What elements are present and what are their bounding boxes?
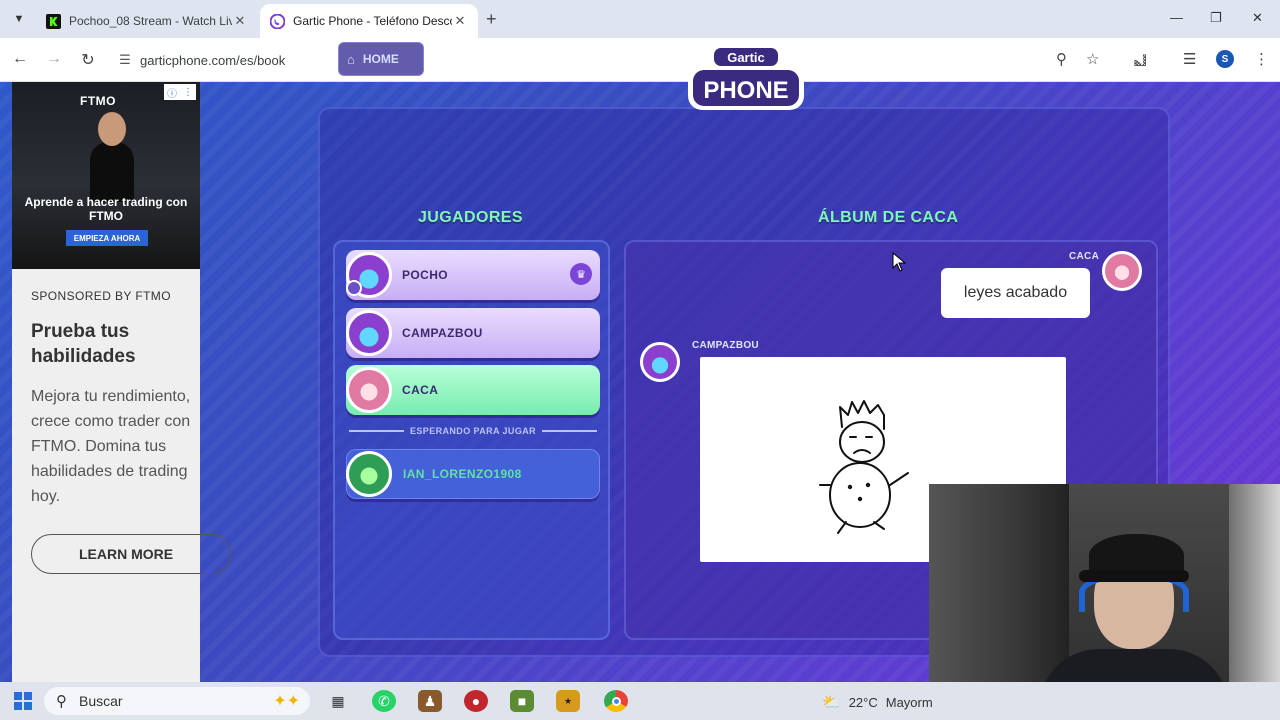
zoom-icon[interactable]: ⚲	[1056, 50, 1067, 68]
album-entry-author: CACA	[1069, 251, 1100, 262]
fullscreen-icon[interactable]	[1098, 46, 1120, 74]
menu-kebab-icon[interactable]: ⋮	[1254, 50, 1269, 68]
windows-taskbar: ⚲ Buscar ✦✦ ▦ ✆ ♟ ● ■ ★ ⛅ 22°C Mayorm	[0, 682, 1280, 720]
copilot-spark-icon: ✦✦	[273, 693, 300, 710]
players-title: JUGADORES	[418, 209, 523, 226]
task-view-icon[interactable]: ▦	[326, 690, 350, 712]
tab-kick-stream[interactable]: Pochoo_08 Stream - Watch Live ✕	[36, 4, 258, 38]
tab-title: Gartic Phone - Teléfono Descon	[293, 14, 452, 28]
player-avatar	[346, 367, 392, 413]
owner-user-icon	[346, 280, 362, 296]
logo-bottom-text: PHONE	[703, 77, 788, 104]
weather-widget[interactable]: ⛅ 22°C Mayorm	[822, 693, 933, 711]
tab-search-icon[interactable]: ▼	[8, 8, 30, 30]
windows-start-icon[interactable]	[14, 692, 32, 710]
album-title: ÁLBUM DE CACA	[818, 209, 959, 226]
home-button[interactable]: ⌂ HOME	[338, 42, 424, 76]
address-bar[interactable]: ☰ garticphone.com/es/book	[110, 44, 1110, 76]
player-name: CACA	[402, 383, 439, 397]
album-text-bubble: leyes acabado	[941, 268, 1090, 318]
player-name: CAMPAZBOU	[402, 326, 483, 340]
crown-icon: ♛	[570, 263, 592, 285]
tab-title: Pochoo_08 Stream - Watch Live	[69, 14, 232, 28]
game-app-icon[interactable]: ♟	[418, 690, 442, 712]
weather-text: Mayorm	[885, 694, 933, 710]
players-list-panel	[333, 240, 610, 640]
weather-temp: 22°C	[848, 694, 878, 710]
ad-learn-more-button[interactable]: LEARN MORE	[31, 534, 231, 574]
site-info-icon[interactable]: ☰	[110, 52, 140, 68]
restore-icon[interactable]: ❐	[1210, 10, 1222, 26]
volume-icon[interactable]	[1130, 46, 1158, 74]
minecraft-icon[interactable]: ■	[510, 690, 534, 712]
kick-icon	[46, 13, 61, 29]
media-control-icon[interactable]: ☰	[1183, 50, 1196, 68]
phone-icon	[270, 13, 285, 29]
player-avatar	[346, 310, 392, 356]
tab-close-icon[interactable]: ✕	[232, 13, 248, 29]
minimize-icon[interactable]: —	[1170, 10, 1183, 25]
ad-brand-logo: FTMO	[80, 94, 116, 108]
ad-person-image	[90, 112, 134, 202]
tab-gartic-phone[interactable]: Gartic Phone - Teléfono Descon ✕	[260, 4, 478, 38]
profile-avatar[interactable]: S	[1216, 50, 1234, 68]
ad-image[interactable]: FTMO Aprende a hacer trading con FTMO EM…	[12, 82, 200, 269]
chrome-icon[interactable]	[604, 690, 628, 712]
browser-toolbar: ← → ↻ ☰ garticphone.com/es/book ⚲ ☆ ▩ ☰ …	[0, 38, 1280, 82]
record-app-icon[interactable]: ●	[464, 690, 488, 712]
waiting-divider: ESPERANDO PARA JUGAR	[343, 426, 603, 436]
back-icon[interactable]: ←	[10, 50, 30, 68]
ad-body: Mejora tu rendimiento, crece como trader…	[31, 388, 191, 505]
player-name: IAN_LORENZO1908	[403, 467, 522, 481]
logo-top-text: Gartic	[727, 50, 765, 65]
ad-image-cta[interactable]: EMPIEZA AHORA	[66, 230, 148, 246]
reload-icon[interactable]: ↻	[78, 50, 98, 70]
search-placeholder: Buscar	[79, 693, 123, 709]
tab-close-icon[interactable]: ✕	[452, 13, 468, 29]
album-entry-avatar	[1102, 251, 1142, 291]
browser-tab-bar: ▼ Pochoo_08 Stream - Watch Live ✕ Gartic…	[0, 0, 1280, 38]
home-icon: ⌂	[347, 51, 355, 67]
arcade-app-icon[interactable]: ★	[556, 690, 580, 712]
url-text: garticphone.com/es/book	[140, 52, 286, 68]
forward-icon[interactable]: →	[44, 50, 64, 68]
ad-title: Prueba tus habilidades	[31, 321, 136, 367]
ad-sponsor-label: SPONSORED BY FTMO	[31, 289, 171, 303]
ad-image-headline: Aprende a hacer trading con FTMO	[24, 195, 188, 223]
whatsapp-icon[interactable]: ✆	[372, 690, 396, 712]
close-window-icon[interactable]: ✕	[1252, 10, 1263, 26]
partly-cloudy-icon: ⛅	[822, 694, 841, 711]
album-entry-avatar	[640, 342, 680, 382]
gartic-phone-logo: Gartic PHONE	[688, 44, 804, 110]
mouse-cursor-icon	[892, 251, 907, 277]
search-icon: ⚲	[56, 693, 67, 710]
album-entry-author: CAMPAZBOU	[692, 340, 759, 351]
taskbar-search[interactable]: ⚲ Buscar ✦✦	[44, 687, 310, 715]
home-label: HOME	[362, 52, 399, 66]
ad-choices-icon[interactable]: ⓘ ⋮	[164, 84, 196, 100]
waiting-label: ESPERANDO PARA JUGAR	[410, 426, 537, 436]
sponsored-ad[interactable]: FTMO Aprende a hacer trading con FTMO EM…	[12, 82, 231, 682]
new-tab-icon[interactable]: +	[486, 9, 497, 30]
player-avatar	[346, 451, 392, 497]
player-name: POCHO	[402, 268, 449, 282]
